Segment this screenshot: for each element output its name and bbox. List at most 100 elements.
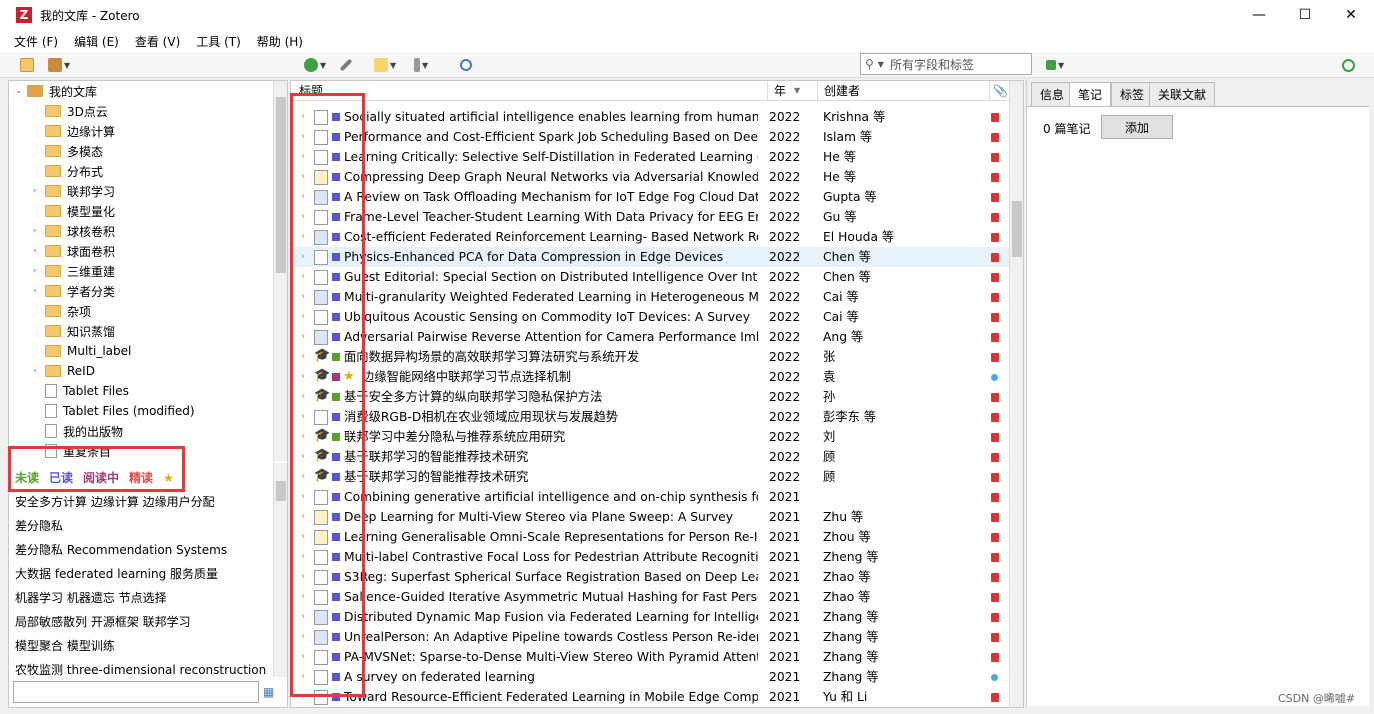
pdf-attachment-icon[interactable] [991,393,999,402]
pdf-attachment-icon[interactable] [991,333,999,342]
chevron-right-icon[interactable]: › [33,226,45,236]
pdf-attachment-icon[interactable] [991,173,999,182]
item-row[interactable]: › Learning Generalisable Omni-Scale Repre… [291,527,1009,547]
collection-item-my-library[interactable]: ⌄ 我的文库 [15,81,97,101]
pdf-attachment-icon[interactable] [991,573,999,582]
item-row[interactable]: › Compressing Deep Graph Neural Networks … [291,167,1009,187]
collection-item[interactable]: 3D点云 [33,101,108,121]
new-note-button[interactable]: ▼ [374,56,396,74]
item-row[interactable]: › Physics-Enhanced PCA for Data Compressi… [291,247,1009,267]
link-attachment-icon[interactable] [991,374,998,381]
chevron-right-icon[interactable]: › [33,246,45,256]
chevron-down-icon[interactable]: ⌄ [15,86,27,96]
collection-item[interactable]: Tablet Files [33,381,129,401]
item-row[interactable]: › Guest Editorial: Special Section on Dis… [291,267,1009,287]
tag-line[interactable]: 差分隐私 [15,517,63,534]
pdf-attachment-icon[interactable] [991,693,999,702]
add-note-button[interactable]: 添加 [1101,115,1173,139]
tab-tags[interactable]: 标签 [1111,82,1154,106]
tag-line[interactable]: 模型聚合 模型训练 [15,637,115,654]
tag-scrollbar[interactable] [273,463,287,677]
scroll-thumb[interactable] [276,97,286,273]
sync-button[interactable] [1342,56,1355,74]
item-row[interactable]: › UnrealPerson: An Adaptive Pipeline towa… [291,627,1009,647]
scroll-thumb[interactable] [276,481,286,501]
item-row[interactable]: › Socially situated artificial intelligen… [291,107,1009,127]
tag-line[interactable]: 机器学习 机器遗忘 节点选择 [15,589,167,606]
chevron-right-icon[interactable]: › [33,266,45,276]
collection-item[interactable]: › 联邦学习 [33,181,115,201]
chevron-right-icon[interactable]: › [33,366,45,376]
item-row[interactable]: › 🎓 基于联邦学习的智能推荐技术研究 2022 顾 [291,467,1009,487]
maximize-button[interactable]: ☐ [1282,0,1328,30]
pdf-attachment-icon[interactable] [991,593,999,602]
pdf-attachment-icon[interactable] [991,293,999,302]
pdf-attachment-icon[interactable] [991,253,999,262]
pdf-attachment-icon[interactable] [991,413,999,422]
pdf-attachment-icon[interactable] [991,233,999,242]
tag-line[interactable]: 局部敏感散列 开源框架 联邦学习 [15,613,191,630]
pdf-attachment-icon[interactable] [991,433,999,442]
item-row[interactable]: › Frame-Level Teacher-Student Learning Wi… [291,207,1009,227]
pdf-attachment-icon[interactable] [991,153,999,162]
collection-scrollbar[interactable] [273,81,287,461]
item-row[interactable]: › 🎓 面向数据异构场景的高效联邦学习算法研究与系统开发 2022 张 [291,347,1009,367]
item-row[interactable]: › S3Reg: Superfast Spherical Surface Regi… [291,567,1009,587]
item-row[interactable]: › 🎓 基于联邦学习的智能推荐技术研究 2022 顾 [291,447,1009,467]
item-row[interactable]: › 🎓 ★ 边缘智能网络中联邦学习节点选择机制 2022 袁 [291,367,1009,387]
minimize-button[interactable]: — [1236,0,1282,30]
close-button[interactable]: ✕ [1328,0,1374,30]
item-row[interactable]: › Learning Critically: Selective Self-Dis… [291,147,1009,167]
tab-notes[interactable]: 笔记 [1069,82,1112,106]
new-item-button[interactable]: ▼ [304,56,326,74]
pdf-attachment-icon[interactable] [991,613,999,622]
collection-item[interactable]: › 学者分类 [33,281,115,301]
item-row[interactable]: › Adversarial Pairwise Reverse Attention … [291,327,1009,347]
tag-line[interactable]: 农牧监测 three-dimensional reconstruction [15,661,266,678]
pdf-attachment-icon[interactable] [991,313,999,322]
tab-info[interactable]: 信息 [1031,82,1074,106]
collection-item[interactable]: 模型量化 [33,201,115,221]
advanced-search-button[interactable] [460,56,472,74]
menu-help[interactable]: 帮助 (H) [249,33,311,50]
pdf-attachment-icon[interactable] [991,553,999,562]
item-row[interactable]: › 🎓 联邦学习中差分隐私与推荐系统应用研究 2022 刘 [291,427,1009,447]
collection-item[interactable]: 我的出版物 [33,421,123,441]
new-library-button[interactable]: ▼ [48,56,70,74]
collection-item[interactable]: 知识蒸馏 [33,321,115,341]
tag-line[interactable]: 差分隐私 Recommendation Systems [15,541,227,558]
collection-item[interactable]: › 三维重建 [33,261,115,281]
pdf-attachment-icon[interactable] [991,353,999,362]
collection-item[interactable]: Multi_label [33,341,131,361]
locate-button[interactable]: ▼ [1046,56,1064,74]
pdf-attachment-icon[interactable] [991,193,999,202]
pdf-attachment-icon[interactable] [991,653,999,662]
column-attachment[interactable]: 📎 [989,81,1009,101]
pdf-attachment-icon[interactable] [991,473,999,482]
item-row[interactable]: › Combining generative artificial intelli… [291,487,1009,507]
tag-line[interactable]: 大数据 federated learning 服务质量 [15,565,218,582]
item-row[interactable]: › A survey on federated learning 2021 Zhang… [291,667,1009,687]
add-by-identifier-button[interactable] [339,56,353,74]
collection-item[interactable]: 多模态 [33,141,103,161]
pdf-attachment-icon[interactable] [991,513,999,522]
chevron-right-icon[interactable]: › [33,186,45,196]
column-year[interactable]: 年 ▼ [767,81,817,101]
item-row[interactable]: › Multi-label Contrastive Focal Loss for … [291,547,1009,567]
tag-line[interactable]: 安全多方计算 边缘计算 边缘用户分配 [15,493,215,510]
add-attachment-button[interactable]: ▼ [414,56,428,74]
item-row[interactable]: › Toward Resource-Efficient Federated Lea… [291,687,1009,707]
item-row[interactable]: › Ubiquitous Acoustic Sensing on Commodit… [291,307,1009,327]
item-row[interactable]: › 消费级RGB-D相机在农业领域应用现状与发展趋势 2022 彭李东 等 [291,407,1009,427]
pdf-attachment-icon[interactable] [991,493,999,502]
pdf-attachment-icon[interactable] [991,533,999,542]
collection-item[interactable]: › 球面卷积 [33,241,115,261]
menu-file[interactable]: 文件 (F) [6,33,66,50]
column-creator[interactable]: 创建者 [817,81,989,101]
item-row[interactable]: › Deep Learning for Multi-View Stereo via… [291,507,1009,527]
item-row[interactable]: › Distributed Dynamic Map Fusion via Fede… [291,607,1009,627]
item-row[interactable]: › Multi-granularity Weighted Federated Le… [291,287,1009,307]
collection-item[interactable]: 杂项 [33,301,91,321]
menu-view[interactable]: 查看 (V) [127,33,188,50]
scroll-thumb[interactable] [1012,201,1022,257]
